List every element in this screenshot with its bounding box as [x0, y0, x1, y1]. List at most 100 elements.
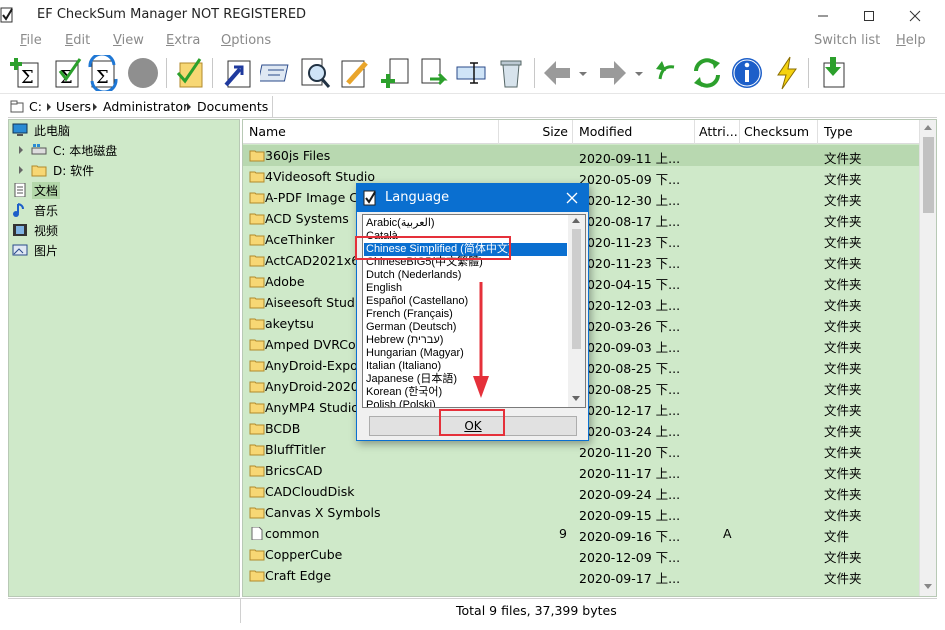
expand-icon[interactable] [19, 146, 23, 154]
table-row[interactable]: Canvas X Symbols 2020-09-15 上... 文件夹 [243, 502, 919, 523]
expand-icon[interactable] [19, 166, 23, 174]
column-header-type[interactable]: Type [818, 120, 919, 144]
table-row[interactable]: CopperCube 2020-12-09 下... 文件夹 [243, 544, 919, 565]
tree-item-drive-d[interactable]: D: 软件 [9, 160, 239, 180]
column-header-size[interactable]: Size [499, 120, 573, 144]
menu-view[interactable]: View [113, 33, 144, 48]
close-icon [909, 10, 921, 22]
tree-item-pictures[interactable]: 图片 [9, 240, 239, 260]
tree-item-music[interactable]: 音乐 [9, 200, 239, 220]
recycle-bin-icon [500, 60, 522, 88]
minimize-button[interactable] [800, 0, 846, 31]
forward-button[interactable] [596, 55, 630, 91]
move-file-button[interactable] [416, 55, 450, 91]
language-option[interactable]: Español (Castellano) [364, 295, 567, 308]
menu-edit[interactable]: Edit [65, 33, 90, 48]
scroll-thumb[interactable] [923, 137, 934, 213]
breadcrumb-users[interactable]: Users [56, 99, 91, 114]
scroll-thumb[interactable] [572, 229, 581, 349]
tree-item-drive-c[interactable]: C: 本地磁盘 [9, 140, 239, 160]
language-option[interactable]: Japanese (日本語) [364, 373, 567, 386]
folder-icon [249, 570, 265, 582]
table-row[interactable]: common 9 2020-09-16 下... A 文件 [243, 523, 919, 544]
download-button[interactable] [816, 55, 850, 91]
language-option[interactable]: German (Deutsch) [364, 321, 567, 334]
update-checksum-button[interactable]: Σ [86, 52, 120, 94]
cell-type: 文件夹 [824, 571, 862, 586]
cell-type: 文件 [824, 529, 850, 544]
language-scrollbar[interactable] [568, 215, 585, 407]
table-row[interactable]: BricsCAD 2020-11-17 上... 文件夹 [243, 460, 919, 481]
cell-modified: 2020-09-16 下... [579, 529, 679, 544]
table-row[interactable]: Craft Edge 2020-09-17 上... 文件夹 [243, 565, 919, 586]
menu-options[interactable]: Options [221, 33, 271, 48]
scroll-down-arrow[interactable] [924, 584, 932, 589]
cell-modified: 2020-05-09 下... [579, 172, 679, 187]
menu-switch-list[interactable]: Switch list [814, 33, 880, 48]
scroll-down-arrow[interactable] [572, 396, 580, 401]
open-file-button[interactable] [220, 55, 254, 91]
quick-action-button[interactable] [770, 55, 804, 91]
breadcrumb-separator[interactable] [187, 103, 191, 111]
search-button[interactable] [298, 55, 332, 91]
table-row[interactable]: BluffTitler 2020-11-20 下... 文件夹 [243, 439, 919, 460]
list-scrollbar[interactable] [919, 120, 936, 596]
language-option[interactable]: Italian (Italiano) [364, 360, 567, 373]
language-option[interactable]: Hebrew (עברית) [364, 334, 567, 347]
breadcrumb-administrator[interactable]: Administrator [103, 99, 188, 114]
cell-type: 文件夹 [824, 382, 862, 397]
language-option[interactable]: English [364, 282, 567, 295]
properties-button[interactable] [257, 55, 294, 91]
file-list[interactable]: Name Size Modified Attri... Checksum Typ… [242, 119, 937, 597]
close-button[interactable] [892, 0, 938, 31]
forward-dropdown[interactable] [632, 55, 646, 91]
back-dropdown[interactable] [576, 55, 590, 91]
info-button[interactable] [730, 55, 764, 91]
tree-item-this-pc[interactable]: 此电脑 [9, 120, 239, 140]
tree-item-documents[interactable]: 文档 [9, 180, 239, 200]
verify-checksum-button[interactable]: Σ [50, 55, 84, 91]
cell-attributes: A [723, 526, 732, 541]
edit-button[interactable] [338, 55, 372, 91]
table-row[interactable]: CADCloudDisk 2020-09-24 上... 文件夹 [243, 481, 919, 502]
maximize-button[interactable] [846, 0, 892, 31]
column-header-attributes[interactable]: Attri... [695, 120, 740, 144]
folder-tree[interactable]: 此电脑 C: 本地磁盘 D: 软件 文档 音乐 视频 图片 [8, 119, 240, 597]
rename-button[interactable] [454, 55, 488, 91]
cell-name: 4Videosoft Studio [265, 169, 376, 184]
language-option[interactable]: Dutch (Nederlands) [364, 269, 567, 282]
language-option[interactable]: Arabic(العربية) [364, 217, 567, 230]
refresh-button[interactable] [690, 55, 724, 91]
language-option[interactable]: Polish (Polski) [364, 399, 567, 407]
breadcrumb-drive[interactable]: C: [29, 99, 42, 114]
annotation-arrow-down-icon [473, 282, 489, 398]
column-header-checksum[interactable]: Checksum [740, 120, 818, 144]
up-button[interactable] [650, 55, 684, 91]
column-header-name[interactable]: Name [243, 120, 499, 144]
breadcrumb-separator[interactable] [47, 103, 51, 111]
scroll-up-arrow[interactable] [924, 125, 932, 130]
create-checksum-button[interactable]: Σ [8, 55, 42, 91]
menu-file[interactable]: File [20, 33, 42, 48]
scroll-up-arrow[interactable] [572, 218, 580, 223]
language-option[interactable]: Hungarian (Magyar) [364, 347, 567, 360]
language-option[interactable]: Korean (한국어) [364, 386, 567, 399]
breadcrumb-divider [272, 96, 273, 118]
breadcrumb-separator[interactable] [93, 103, 97, 111]
back-button[interactable] [540, 55, 574, 91]
add-file-button[interactable] [378, 55, 412, 91]
check-folder-button[interactable] [172, 55, 206, 91]
language-option[interactable]: French (Français) [364, 308, 567, 321]
recycle-button[interactable] [494, 55, 528, 91]
table-row[interactable]: 360js Files 2020-09-11 上... 文件夹 [243, 145, 919, 166]
folder-icon [249, 192, 265, 204]
breadcrumb-documents[interactable]: Documents [197, 99, 268, 114]
folder-icon [249, 423, 265, 435]
dialog-close-icon[interactable] [563, 190, 581, 206]
menu-extra[interactable]: Extra [166, 33, 200, 48]
menu-help[interactable]: Help [896, 33, 926, 48]
dialog-title-bar[interactable]: Language [357, 184, 588, 212]
column-header-modified[interactable]: Modified [573, 120, 695, 144]
tree-item-video[interactable]: 视频 [9, 220, 239, 240]
stop-button[interactable] [126, 55, 160, 91]
